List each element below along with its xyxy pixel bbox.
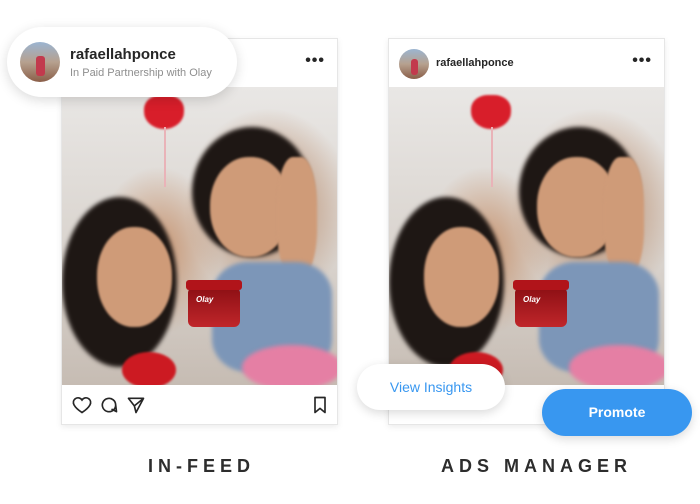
face-left <box>97 227 172 327</box>
balloon-shape <box>144 95 184 129</box>
username[interactable]: rafaellahponce <box>436 57 514 69</box>
view-insights-button[interactable]: View Insights <box>357 364 505 410</box>
bookmark-icon[interactable] <box>310 395 330 415</box>
sponsored-header-bubble[interactable]: rafaellahponce In Paid Partnership with … <box>7 27 237 97</box>
hand-raised <box>604 157 644 277</box>
share-icon[interactable] <box>126 395 146 415</box>
avatar[interactable] <box>20 42 60 82</box>
jar-label: Olay <box>523 295 541 304</box>
comment-icon[interactable] <box>99 395 119 415</box>
post-header: rafaellahponce ••• <box>389 39 664 87</box>
post-actions-bar <box>62 387 337 423</box>
post-photo[interactable]: Olay <box>389 87 664 385</box>
pink-balloon <box>242 345 337 385</box>
promote-button[interactable]: Promote <box>542 389 692 436</box>
rose-shape <box>122 352 176 385</box>
post-photo[interactable]: Olay <box>62 87 337 385</box>
olay-jar: Olay <box>513 280 569 327</box>
balloon-string <box>491 127 493 187</box>
hand-raised <box>277 157 317 277</box>
avatar[interactable] <box>399 49 429 79</box>
jar-label: Olay <box>196 295 214 304</box>
heart-icon[interactable] <box>72 395 92 415</box>
more-options-icon[interactable]: ••• <box>305 53 325 69</box>
olay-jar: Olay <box>186 280 242 327</box>
ads-manager-caption: ADS MANAGER <box>441 456 633 476</box>
paid-partnership-label[interactable]: In Paid Partnership with Olay <box>70 67 212 79</box>
jar-lid <box>186 280 242 290</box>
balloon-shape <box>471 95 511 129</box>
more-options-icon[interactable]: ••• <box>632 53 652 69</box>
jar-lid <box>513 280 569 290</box>
in-feed-caption: IN-FEED <box>148 456 255 476</box>
balloon-string <box>164 127 166 187</box>
face-left <box>424 227 499 327</box>
username[interactable]: rafaellahponce <box>70 46 176 63</box>
pink-balloon <box>569 345 664 385</box>
